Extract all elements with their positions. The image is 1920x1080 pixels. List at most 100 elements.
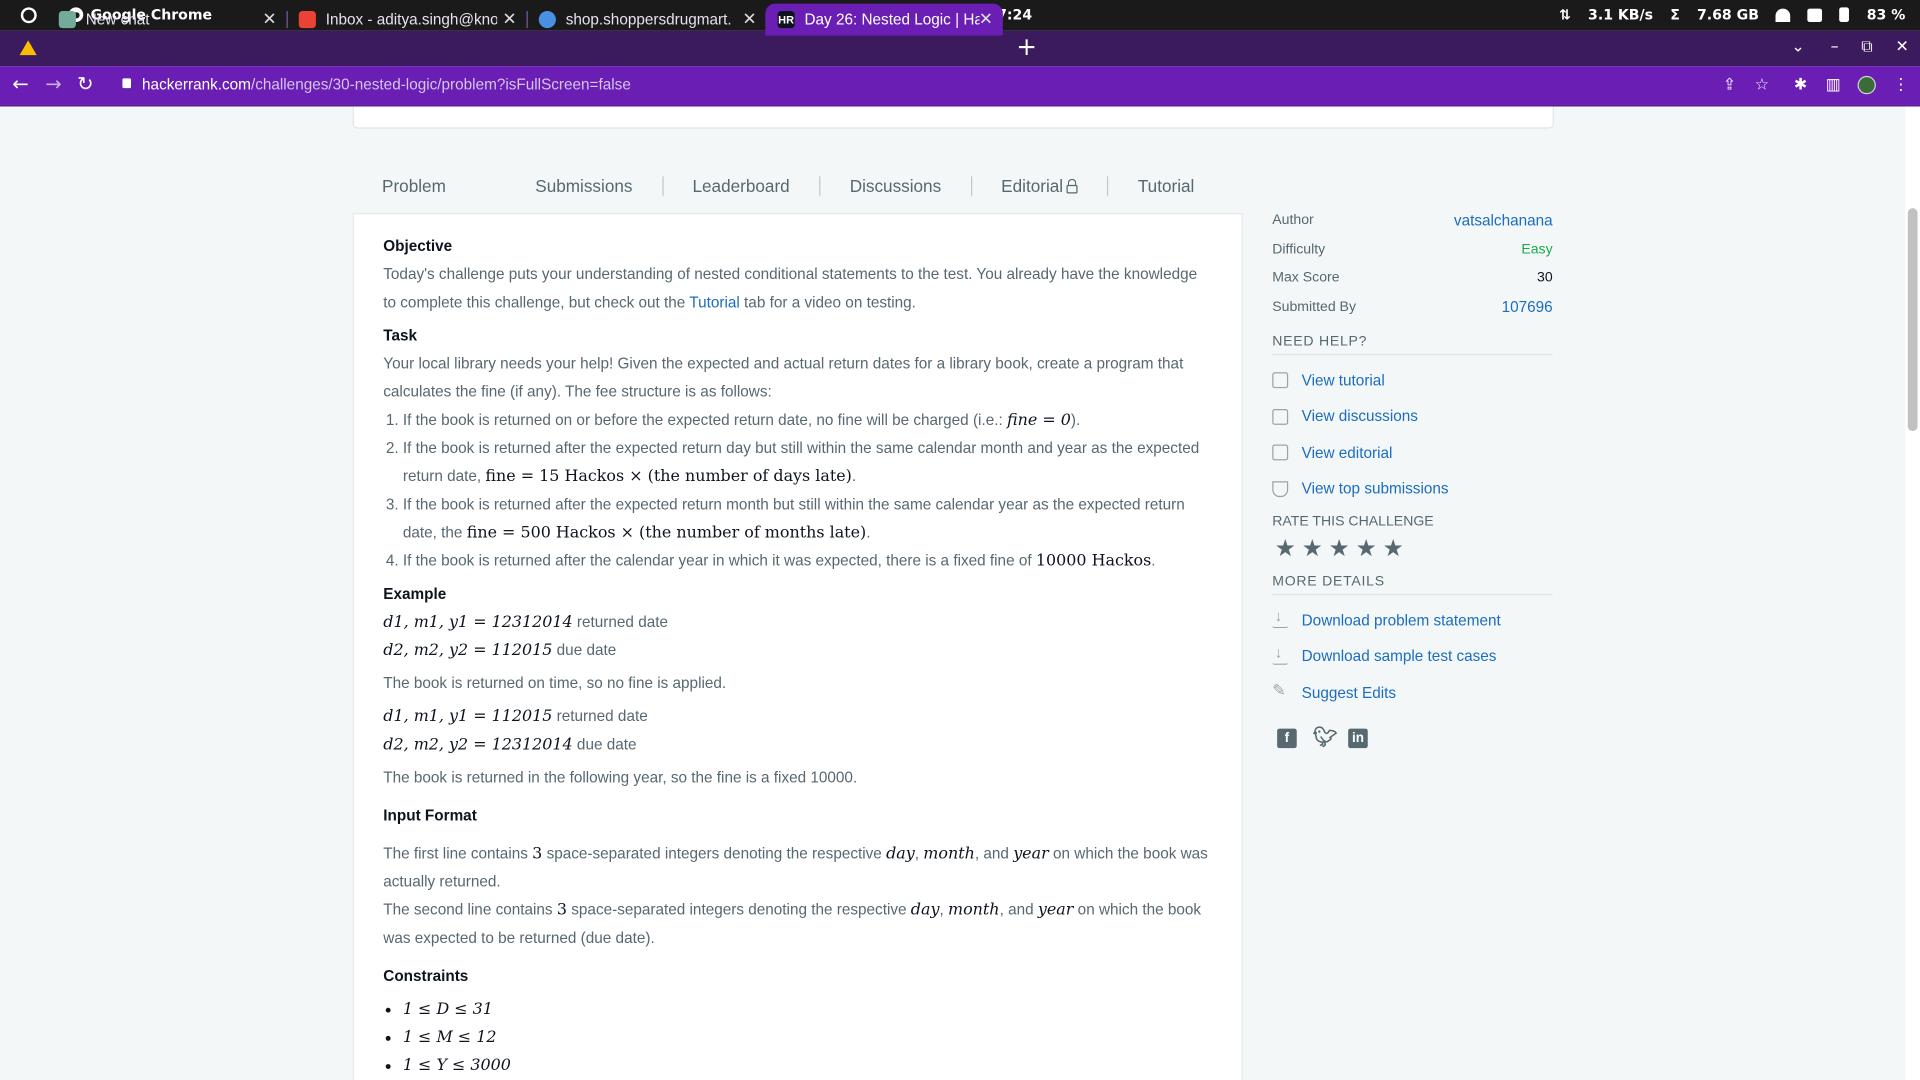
- link-label: Download sample test cases: [1301, 648, 1497, 666]
- bookmark-star-icon[interactable]: ☆: [1755, 76, 1769, 94]
- example2-line2: d2, m2, y2 = 12312014 due date: [383, 731, 1212, 759]
- tab-new-chat[interactable]: New chat ✕: [47, 4, 288, 36]
- constraints-list: 1 ≤ D ≤ 31 1 ≤ M ≤ 12 1 ≤ Y ≤ 3000: [383, 996, 1212, 1080]
- star-icon[interactable]: ★: [1356, 537, 1377, 562]
- network-speed-icon: ⇅: [1559, 6, 1571, 24]
- trophy-icon: [1272, 480, 1289, 497]
- list-item: 1 ≤ D ≤ 31: [403, 996, 1212, 1024]
- download-icon: [1272, 644, 1289, 665]
- task-heading: Task: [383, 326, 418, 345]
- input-line1: The first line contains 3 space-separate…: [383, 844, 1208, 891]
- fine-rules-list: If the book is returned on or before the…: [383, 407, 1212, 576]
- close-tab-icon[interactable]: ✕: [979, 9, 993, 30]
- max-score-value: 30: [1536, 270, 1553, 286]
- restore-button[interactable]: ⧉: [1861, 38, 1872, 56]
- star-icon[interactable]: ★: [1275, 537, 1296, 562]
- address-bar[interactable]: hackerrank.com/challenges/30-nested-logi…: [110, 71, 1786, 100]
- chat-bubble-icon: [1272, 408, 1289, 425]
- linkedin-icon[interactable]: in: [1348, 727, 1368, 748]
- author-link[interactable]: vatsalchanana: [1454, 209, 1553, 231]
- submitted-by-link[interactable]: 107696: [1502, 296, 1553, 318]
- list-item: 1 ≤ M ≤ 12: [403, 1024, 1212, 1052]
- facebook-icon[interactable]: f: [1277, 727, 1297, 748]
- example1-line2: d2, m2, y2 = 112015 due date: [383, 637, 1212, 665]
- input-text: , and: [974, 844, 1009, 863]
- chatgpt-icon: [58, 11, 76, 29]
- view-top-submissions-link[interactable]: View top submissions: [1272, 471, 1552, 507]
- new-tab-button[interactable]: +: [1016, 33, 1037, 60]
- hackerrank-icon: HR: [777, 11, 795, 29]
- tab-discussions[interactable]: Discussions: [820, 176, 972, 196]
- objective-text-2: tab for a video on testing.: [744, 293, 916, 312]
- rule-text: If the book is returned after the calend…: [402, 552, 1032, 570]
- close-tab-icon[interactable]: ✕: [502, 9, 516, 30]
- view-tutorial-link[interactable]: View tutorial: [1272, 362, 1552, 398]
- author-label: Author: [1272, 213, 1314, 228]
- twitter-icon[interactable]: 🐦︎: [1313, 727, 1338, 748]
- scrollbar-thumb[interactable]: [1907, 208, 1918, 432]
- submitted-by-label: Submitted By: [1272, 299, 1357, 315]
- list-item: If the book is returned after the calend…: [403, 547, 1212, 575]
- tab-problem[interactable]: Problem: [353, 176, 506, 196]
- star-icon[interactable]: ★: [1329, 537, 1350, 562]
- tab-submissions[interactable]: Submissions: [506, 176, 664, 196]
- submitted-by-row: Submitted By 107696: [1272, 296, 1552, 325]
- minimize-button[interactable]: –: [1831, 38, 1839, 56]
- list-item: If the book is returned on or before the…: [403, 407, 1212, 435]
- lock-icon[interactable]: [122, 78, 132, 89]
- download-problem-statement-link[interactable]: Download problem statement: [1272, 602, 1552, 638]
- input-math: 3: [556, 901, 567, 920]
- rule-math: fine = 15 Hackos × (the number of days l…: [485, 467, 852, 487]
- input-text: The second line contains: [383, 901, 553, 919]
- tab-gmail-inbox[interactable]: Inbox - aditya.singh@kno ✕: [287, 4, 528, 36]
- tab-leaderboard[interactable]: Leaderboard: [663, 176, 821, 196]
- tab-hackerrank-active[interactable]: HR Day 26: Nested Logic | Ha ✕: [765, 3, 1003, 36]
- input-text: space-separated integers denoting the re…: [571, 901, 907, 919]
- input-line2: The second line contains 3 space-separat…: [383, 901, 1202, 947]
- tab-editorial[interactable]: Editorial: [972, 176, 1109, 196]
- input-text: space-separated integers denoting the re…: [546, 844, 882, 863]
- url-text[interactable]: hackerrank.com/challenges/30-nested-logi…: [142, 76, 631, 93]
- back-button[interactable]: ←: [12, 73, 28, 95]
- download-sample-test-cases-link[interactable]: Download sample test cases: [1272, 639, 1552, 675]
- close-tab-icon[interactable]: ✕: [262, 9, 276, 30]
- system-tray[interactable]: ⇅ 3.1 KB/s Σ 7.68 GB 83 %: [1559, 6, 1905, 23]
- reload-button[interactable]: ↻: [77, 73, 93, 95]
- tutorial-link[interactable]: Tutorial: [689, 294, 739, 311]
- forward-button[interactable]: →: [45, 73, 61, 95]
- input-format-heading: Input Format: [383, 806, 477, 825]
- extensions-icon[interactable]: ✱: [1794, 76, 1807, 94]
- input-text: The first line contains: [383, 844, 528, 863]
- objective-text: Today's challenge puts your understandin…: [383, 261, 1212, 317]
- profile-avatar[interactable]: [1857, 75, 1876, 95]
- example1-result: The book is returned on time, so no fine…: [383, 674, 727, 692]
- close-tab-icon[interactable]: ✕: [742, 9, 756, 30]
- tab-tutorial[interactable]: Tutorial: [1108, 176, 1223, 196]
- tab-search-icon[interactable]: ⌄: [1791, 38, 1804, 56]
- close-window-button[interactable]: ✕: [1896, 38, 1909, 56]
- star-icon[interactable]: ★: [1302, 537, 1323, 562]
- url-path: /challenges/30-nested-logic/problem?isFu…: [250, 75, 631, 94]
- chrome-menu-icon[interactable]: ⋮: [1893, 76, 1909, 94]
- example-math: d1, m1, y1 = 12312014: [383, 613, 573, 632]
- page-scrollbar[interactable]: [1905, 106, 1920, 1080]
- suggest-edits-link[interactable]: Suggest Edits: [1272, 675, 1552, 711]
- star-icon[interactable]: ★: [1383, 537, 1404, 562]
- tab-title: shop.shoppersdrugmart.: [565, 11, 732, 29]
- tab-shoppers-drug-mart[interactable]: shop.shoppersdrugmart. ✕: [527, 4, 767, 36]
- social-share: f 🐦︎ in: [1277, 727, 1553, 748]
- view-editorial-link[interactable]: View editorial: [1272, 435, 1552, 471]
- side-panel-icon[interactable]: ▥: [1826, 76, 1841, 94]
- google-drive-icon[interactable]: [19, 40, 37, 56]
- tab-title: New chat: [85, 11, 150, 29]
- list-item: If the book is returned after the expect…: [403, 491, 1212, 547]
- input-math: month: [923, 844, 975, 864]
- link-label: View discussions: [1301, 408, 1418, 426]
- share-icon[interactable]: ⇪: [1723, 76, 1736, 94]
- list-item: If the book is returned after the expect…: [403, 435, 1212, 491]
- more-details-heading: MORE DETAILS: [1272, 574, 1553, 596]
- view-discussions-link[interactable]: View discussions: [1272, 399, 1552, 435]
- link-label: View tutorial: [1301, 371, 1385, 390]
- rule-tail: .: [1151, 552, 1156, 570]
- example-heading: Example: [383, 585, 447, 603]
